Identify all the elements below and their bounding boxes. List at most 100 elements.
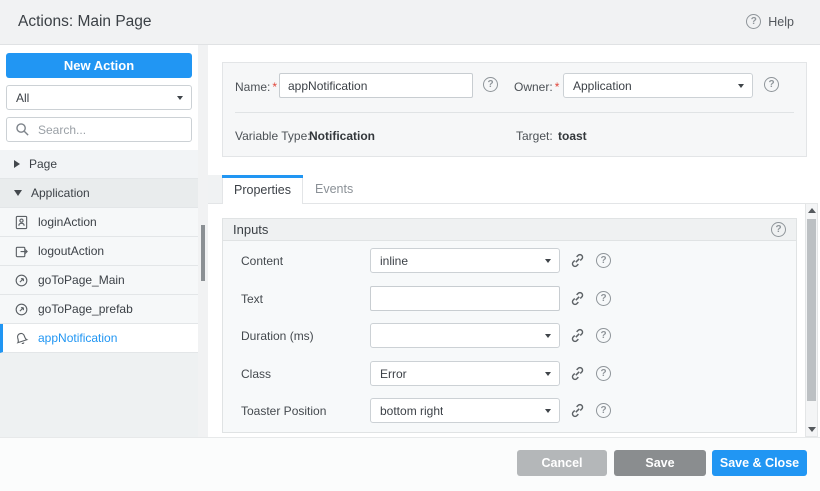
tree-item-label: goToPage_prefab [38,302,133,316]
field-label: Content [241,254,283,268]
scroll-up-icon[interactable] [808,208,816,213]
action-tree: Page Application loginAction logoutActio… [0,150,198,437]
search-input[interactable] [36,122,183,138]
chevron-down-icon [545,372,551,376]
sidebar-item-application[interactable]: Application [0,179,198,208]
owner-help-icon[interactable] [764,77,779,92]
filter-select-value: All [16,91,29,105]
toaster-position-select[interactable]: bottom right [370,398,560,423]
field-label: Class [241,367,271,381]
details-panel: Name:* Owner:* Application Variable Type… [222,62,807,157]
search-icon [15,122,30,137]
toaster-position-select-value: bottom right [380,404,443,418]
logout-icon [14,244,29,259]
tree-item-label: logoutAction [38,244,104,258]
tree-item-label: Page [29,157,57,171]
required-asterisk: * [555,80,560,94]
field-help-icon[interactable] [596,328,611,343]
new-action-button[interactable]: New Action [6,53,192,78]
required-asterisk: * [272,80,277,94]
owner-label: Owner:* [514,80,559,94]
save-and-close-button[interactable]: Save & Close [712,450,807,476]
sidebar-item-logoutaction[interactable]: logoutAction [0,237,198,266]
bind-link-icon[interactable] [569,402,586,419]
bind-link-icon[interactable] [569,252,586,269]
content-select[interactable]: inline [370,248,560,273]
sidebar-scrollbar[interactable] [198,45,208,437]
sidebar-item-gotopage-main[interactable]: goToPage_Main [0,266,198,295]
name-input[interactable] [279,73,473,98]
class-select[interactable]: Error [370,361,560,386]
chevron-down-icon [545,259,551,263]
help-button[interactable]: Help [746,14,794,29]
tab-bar-spacer [208,175,222,203]
tree-item-label: Application [31,186,90,200]
field-label: Text [241,292,263,306]
login-icon [14,215,29,230]
dialog-header: Actions: Main Page Help [0,0,820,45]
properties-scrollbar-thumb[interactable] [807,219,816,401]
duration-select[interactable] [370,323,560,348]
dialog-footer: Cancel Save Save & Close [0,437,820,491]
chevron-down-icon [545,334,551,338]
page-title: Actions: Main Page [18,13,152,31]
tree-item-label: loginAction [38,215,97,229]
tree-item-label: goToPage_Main [38,273,125,287]
field-label: Duration (ms) [241,329,314,343]
search-box[interactable] [6,117,192,142]
inputs-panel-header: Inputs [223,219,796,241]
sidebar: New Action All Page Application [0,45,198,437]
filter-select[interactable]: All [6,85,192,110]
target-value: toast [558,129,587,143]
inputs-panel: Inputs Content inline Text [222,218,797,433]
variable-type-label: Variable Type: [235,129,311,143]
help-icon [746,14,761,29]
field-row-class: Class Error [241,361,786,386]
tab-events[interactable]: Events [303,175,365,203]
cancel-button[interactable]: Cancel [517,450,607,476]
sidebar-item-appnotification[interactable]: appNotification [0,324,198,353]
owner-select-value: Application [573,79,632,93]
scroll-down-icon[interactable] [808,427,816,432]
sidebar-scrollbar-thumb[interactable] [201,225,205,281]
sidebar-item-gotopage-prefab[interactable]: goToPage_prefab [0,295,198,324]
content-select-value: inline [380,254,408,268]
bind-link-icon[interactable] [569,365,586,382]
actions-dialog: Actions: Main Page Help New Action All P… [0,0,820,491]
notification-icon [14,331,29,346]
target-label: Target: [516,129,553,143]
field-label: Toaster Position [241,404,326,418]
field-row-toaster-position: Toaster Position bottom right [241,398,786,423]
navigate-icon [14,302,29,317]
divider [235,112,794,113]
chevron-down-icon [14,190,22,196]
chevron-right-icon [14,160,20,168]
text-input[interactable] [370,286,560,311]
chevron-down-icon [738,84,744,88]
name-label: Name:* [235,80,277,94]
variable-type-value: Notification [309,129,375,143]
field-row-content: Content inline [241,248,786,273]
inputs-title: Inputs [233,222,268,237]
save-button[interactable]: Save [614,450,706,476]
inputs-help-icon[interactable] [771,222,786,237]
sidebar-item-page[interactable]: Page [0,150,198,179]
main-panel: Name:* Owner:* Application Variable Type… [208,45,820,437]
chevron-down-icon [177,96,183,100]
bind-link-icon[interactable] [569,290,586,307]
tab-properties[interactable]: Properties [222,175,303,204]
field-help-icon[interactable] [596,403,611,418]
field-row-duration: Duration (ms) [241,323,786,348]
tree-item-label: appNotification [38,331,117,345]
bind-link-icon[interactable] [569,327,586,344]
owner-select[interactable]: Application [563,73,753,98]
field-help-icon[interactable] [596,253,611,268]
properties-scrollbar[interactable] [805,203,818,437]
sidebar-item-loginaction[interactable]: loginAction [0,208,198,237]
field-help-icon[interactable] [596,291,611,306]
field-help-icon[interactable] [596,366,611,381]
tab-bar: Properties Events [208,175,806,204]
help-label: Help [768,15,794,29]
name-help-icon[interactable] [483,77,498,92]
navigate-icon [14,273,29,288]
